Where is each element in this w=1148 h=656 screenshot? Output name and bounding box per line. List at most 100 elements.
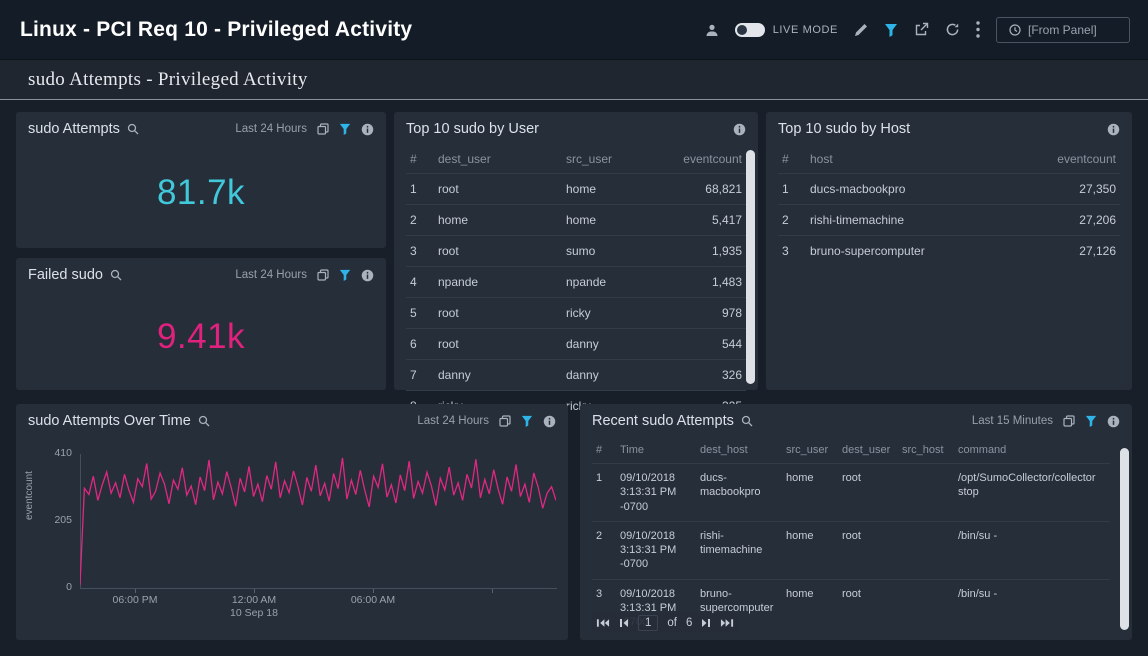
x-tick-date-label: 10 Sep 18 — [230, 607, 278, 619]
table-cell: root — [434, 236, 562, 267]
table-cell: 1,935 — [676, 236, 746, 267]
column-header: # — [778, 146, 806, 174]
column-header: # — [406, 146, 434, 174]
table-row[interactable]: 1ducs-macbookpro27,350 — [778, 174, 1120, 205]
table-cell: 1 — [406, 174, 434, 205]
table-cell: 68,821 — [676, 174, 746, 205]
table-row[interactable]: 5rootricky978 — [406, 298, 746, 329]
magnify-icon[interactable] — [741, 415, 753, 427]
info-icon[interactable] — [733, 123, 746, 136]
magnify-icon[interactable] — [110, 269, 122, 281]
table-cell: home — [782, 521, 838, 579]
filter-funnel-icon[interactable] — [339, 269, 351, 281]
magnify-icon[interactable] — [198, 415, 210, 427]
column-header: src_user — [782, 438, 838, 464]
from-panel-button[interactable]: [From Panel] — [996, 17, 1130, 43]
edit-pencil-icon[interactable] — [854, 23, 868, 37]
table-cell: 09/10/2018 3:13:31 PM -0700 — [616, 521, 696, 579]
table-cell: root — [838, 464, 898, 522]
pagination-page-number[interactable]: 1 — [638, 615, 658, 631]
table-cell: ducs-macbookpro — [696, 464, 782, 522]
panel-top10-by-user: Top 10 sudo by User #dest_usersrc_userev… — [394, 112, 758, 390]
table-cell: home — [434, 205, 562, 236]
panel-title: sudo Attempts — [28, 121, 139, 137]
pagination-prev-button[interactable] — [619, 618, 629, 628]
panel-title: Top 10 sudo by Host — [778, 121, 910, 137]
time-range-label: Last 24 Hours — [417, 415, 489, 427]
failed-sudo-count: 9.41k — [157, 317, 245, 357]
sudo-attempts-count: 81.7k — [157, 173, 245, 213]
filter-funnel-icon[interactable] — [1085, 415, 1097, 427]
table-cell — [898, 464, 954, 522]
column-header: dest_host — [696, 438, 782, 464]
x-tick-label: 12:00 AM — [232, 594, 276, 606]
table-cell: 27,350 — [1020, 174, 1120, 205]
table-cell: 6 — [406, 329, 434, 360]
table-cell: root — [838, 521, 898, 579]
table-cell: 1 — [778, 174, 806, 205]
x-axis-line — [80, 588, 557, 589]
table-cell: root — [838, 579, 898, 636]
table-cell: danny — [562, 360, 676, 391]
table-row[interactable]: 7dannydanny326 — [406, 360, 746, 391]
scrollbar-thumb[interactable] — [746, 150, 755, 384]
table-cell: 2 — [778, 205, 806, 236]
table-row[interactable]: 6rootdanny544 — [406, 329, 746, 360]
table-cell: /bin/su - — [954, 521, 1110, 579]
info-icon[interactable] — [361, 269, 374, 282]
info-icon[interactable] — [1107, 415, 1120, 428]
filter-funnel-icon[interactable] — [884, 23, 898, 37]
toggle-knob — [737, 25, 747, 35]
table-row[interactable]: 2rishi-timemachine27,206 — [778, 205, 1120, 236]
table-cell: home — [782, 464, 838, 522]
table-cell: 4 — [406, 267, 434, 298]
magnify-icon[interactable] — [127, 123, 139, 135]
table-cell: 978 — [676, 298, 746, 329]
table-row[interactable]: 1roothome68,821 — [406, 174, 746, 205]
info-icon[interactable] — [543, 415, 556, 428]
refresh-icon[interactable] — [945, 22, 960, 37]
x-tick-label: 06:00 AM — [351, 594, 395, 606]
x-tick-label: 06:00 PM — [113, 594, 158, 606]
y-tick-label: 410 — [28, 447, 72, 459]
info-icon[interactable] — [361, 123, 374, 136]
pagination-next-button[interactable] — [701, 618, 711, 628]
section-title: sudo Attempts - Privileged Activity — [28, 69, 308, 91]
copy-icon[interactable] — [317, 269, 329, 281]
time-range-label: Last 24 Hours — [235, 123, 307, 135]
copy-icon[interactable] — [499, 415, 511, 427]
more-menu-icon[interactable] — [976, 21, 980, 38]
column-header: command — [954, 438, 1110, 464]
table-row[interactable]: 209/10/2018 3:13:31 PM -0700rishi-timema… — [592, 521, 1110, 579]
table-cell: 2 — [592, 521, 616, 579]
table-row[interactable]: 109/10/2018 3:13:31 PM -0700ducs-macbook… — [592, 464, 1110, 522]
filter-funnel-icon[interactable] — [339, 123, 351, 135]
user-icon[interactable] — [705, 23, 719, 37]
panel-sudo-attempts: sudo Attempts Last 24 Hours 81.7k — [16, 112, 386, 248]
table-row[interactable]: 4npandenpande1,483 — [406, 267, 746, 298]
info-icon[interactable] — [1107, 123, 1120, 136]
table-row[interactable]: 3rootsumo1,935 — [406, 236, 746, 267]
column-header: Time — [616, 438, 696, 464]
live-mode-toggle[interactable] — [735, 23, 765, 37]
scrollbar-thumb[interactable] — [1120, 448, 1129, 630]
recent-attempts-table: #Timedest_hostsrc_userdest_usersrc_hostc… — [592, 438, 1110, 637]
table-cell: 3 — [406, 236, 434, 267]
table-row[interactable]: 2homehome5,417 — [406, 205, 746, 236]
table-cell: npande — [434, 267, 562, 298]
table-cell: root — [434, 174, 562, 205]
table-cell: 09/10/2018 3:13:31 PM -0700 — [616, 464, 696, 522]
copy-icon[interactable] — [317, 123, 329, 135]
table-cell — [898, 521, 954, 579]
pagination-last-button[interactable] — [720, 618, 734, 628]
panel-recent-sudo-attempts: Recent sudo Attempts Last 15 Minutes #Ti… — [580, 404, 1132, 640]
table-row[interactable]: 3bruno-supercomputer27,126 — [778, 236, 1120, 267]
share-icon[interactable] — [914, 22, 929, 37]
column-header: src_user — [562, 146, 676, 174]
top-host-table: #hosteventcount 1ducs-macbookpro27,3502r… — [778, 146, 1120, 266]
top-user-table: #dest_usersrc_usereventcount 1roothome68… — [406, 146, 746, 421]
pagination-first-button[interactable] — [596, 618, 610, 628]
line-chart-plot[interactable] — [80, 454, 556, 588]
copy-icon[interactable] — [1063, 415, 1075, 427]
filter-funnel-icon[interactable] — [521, 415, 533, 427]
